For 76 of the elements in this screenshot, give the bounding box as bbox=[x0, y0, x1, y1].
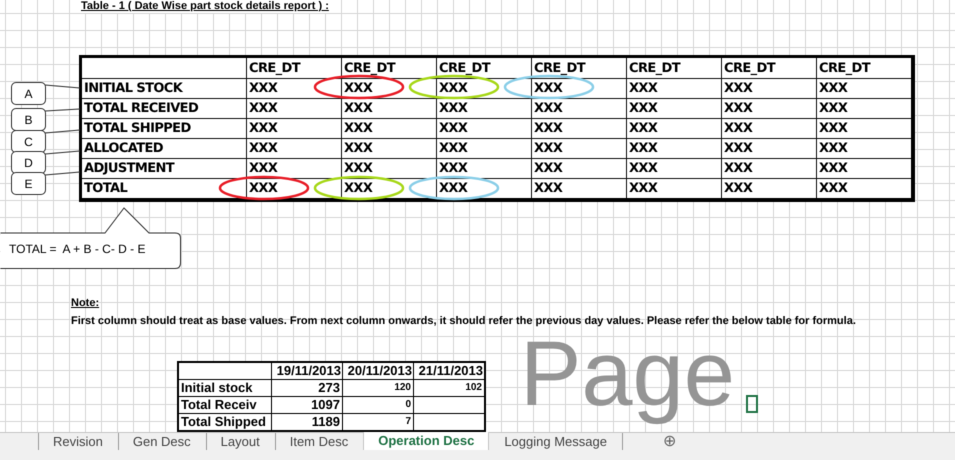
leader-line bbox=[44, 150, 80, 154]
table-cell: XXX bbox=[532, 178, 626, 200]
table-cell: XXX bbox=[246, 178, 342, 200]
table-cell: XXX bbox=[722, 98, 816, 118]
table-cell: XXX bbox=[246, 138, 342, 158]
sheet-tab[interactable]: Logging Message bbox=[489, 433, 622, 450]
table-cell: XXX bbox=[722, 78, 816, 98]
table-cell: XXX bbox=[626, 158, 722, 178]
callout-label: D bbox=[11, 151, 46, 174]
row-label: TOTAL SHIPPED bbox=[80, 118, 246, 138]
table-cell: XXX bbox=[342, 178, 436, 200]
table-cell: 273 bbox=[272, 380, 342, 396]
table-cell: XXX bbox=[246, 118, 342, 138]
table-cell: XXX bbox=[532, 98, 626, 118]
callout-label: C bbox=[11, 130, 46, 153]
sheet-tab[interactable]: Layout bbox=[206, 433, 275, 450]
table-cell: XXX bbox=[626, 138, 722, 158]
table-cell: XXX bbox=[722, 118, 816, 138]
table-cell: XXX bbox=[342, 138, 436, 158]
table-title: Table - 1 ( Date Wise part stock details report ) : bbox=[81, 0, 329, 13]
row-label: INITIAL STOCK bbox=[80, 78, 246, 98]
column-header: CRE_DT bbox=[532, 56, 626, 78]
table-cell: XXX bbox=[626, 98, 722, 118]
callout-label: B bbox=[11, 108, 46, 131]
note-heading: Note: bbox=[71, 297, 100, 310]
table-cell: XXX bbox=[246, 78, 342, 98]
sheet-tab[interactable]: Gen Desc bbox=[118, 433, 206, 450]
column-header: CRE_DT bbox=[436, 56, 532, 78]
column-header: CRE_DT bbox=[722, 56, 816, 78]
table-cell: 120 bbox=[342, 380, 414, 396]
table-cell: XXX bbox=[436, 138, 532, 158]
add-sheet-button[interactable]: ⊕ bbox=[662, 433, 676, 451]
table-cell: XXX bbox=[722, 138, 816, 158]
table-cell: XXX bbox=[532, 118, 626, 138]
leader-line bbox=[44, 130, 80, 134]
table-cell: XXX bbox=[246, 98, 342, 118]
sheet-tab[interactable]: Operation Desc bbox=[363, 432, 490, 450]
sheet-tab[interactable]: Revision bbox=[38, 433, 118, 450]
table-cell: XXX bbox=[626, 78, 722, 98]
formula-text: TOTAL = A + B - C- D - E bbox=[9, 242, 146, 256]
table-cell: XXX bbox=[436, 118, 532, 138]
row-label: ADJUSTMENT bbox=[80, 158, 246, 178]
table-cell: XXX bbox=[436, 178, 532, 200]
table-cell: XXX bbox=[436, 98, 532, 118]
table-cell: XXX bbox=[532, 158, 626, 178]
callout-label: E bbox=[11, 172, 46, 195]
row-label: Total Receiv bbox=[178, 396, 272, 414]
table-cell: XXX bbox=[342, 158, 436, 178]
leader-line bbox=[44, 84, 80, 88]
row-label: Total Shipped bbox=[178, 414, 272, 431]
table-cell: XXX bbox=[626, 118, 722, 138]
table-cell: XXX bbox=[246, 158, 342, 178]
column-header: CRE_DT bbox=[342, 56, 436, 78]
table-cell: XXX bbox=[342, 78, 436, 98]
table-cell: 1097 bbox=[272, 396, 342, 414]
table-cell: XXX bbox=[532, 78, 626, 98]
table-cell: XXX bbox=[722, 158, 816, 178]
column-header: 20/11/2013 bbox=[342, 362, 414, 380]
table-cell: XXX bbox=[342, 118, 436, 138]
leader-line bbox=[44, 172, 80, 176]
table-cell: XXX bbox=[532, 138, 626, 158]
table-cell: XXX bbox=[436, 78, 532, 98]
row-label: TOTAL RECEIVED bbox=[80, 98, 246, 118]
row-label: Initial stock bbox=[178, 380, 272, 396]
column-header: CRE_DT bbox=[626, 56, 722, 78]
table-cell: XXX bbox=[722, 178, 816, 200]
row-label: ALLOCATED bbox=[80, 138, 246, 158]
column-header: 19/11/2013 bbox=[272, 362, 342, 380]
table-cell: XXX bbox=[436, 158, 532, 178]
table-cell: XXX bbox=[626, 178, 722, 200]
callout-label: A bbox=[11, 82, 46, 105]
table-cell: XXX bbox=[342, 98, 436, 118]
table-cell: 0 bbox=[342, 396, 414, 414]
leader-line bbox=[44, 108, 80, 112]
column-header: CRE_DT bbox=[246, 56, 342, 78]
cell-cursor[interactable] bbox=[746, 395, 758, 413]
